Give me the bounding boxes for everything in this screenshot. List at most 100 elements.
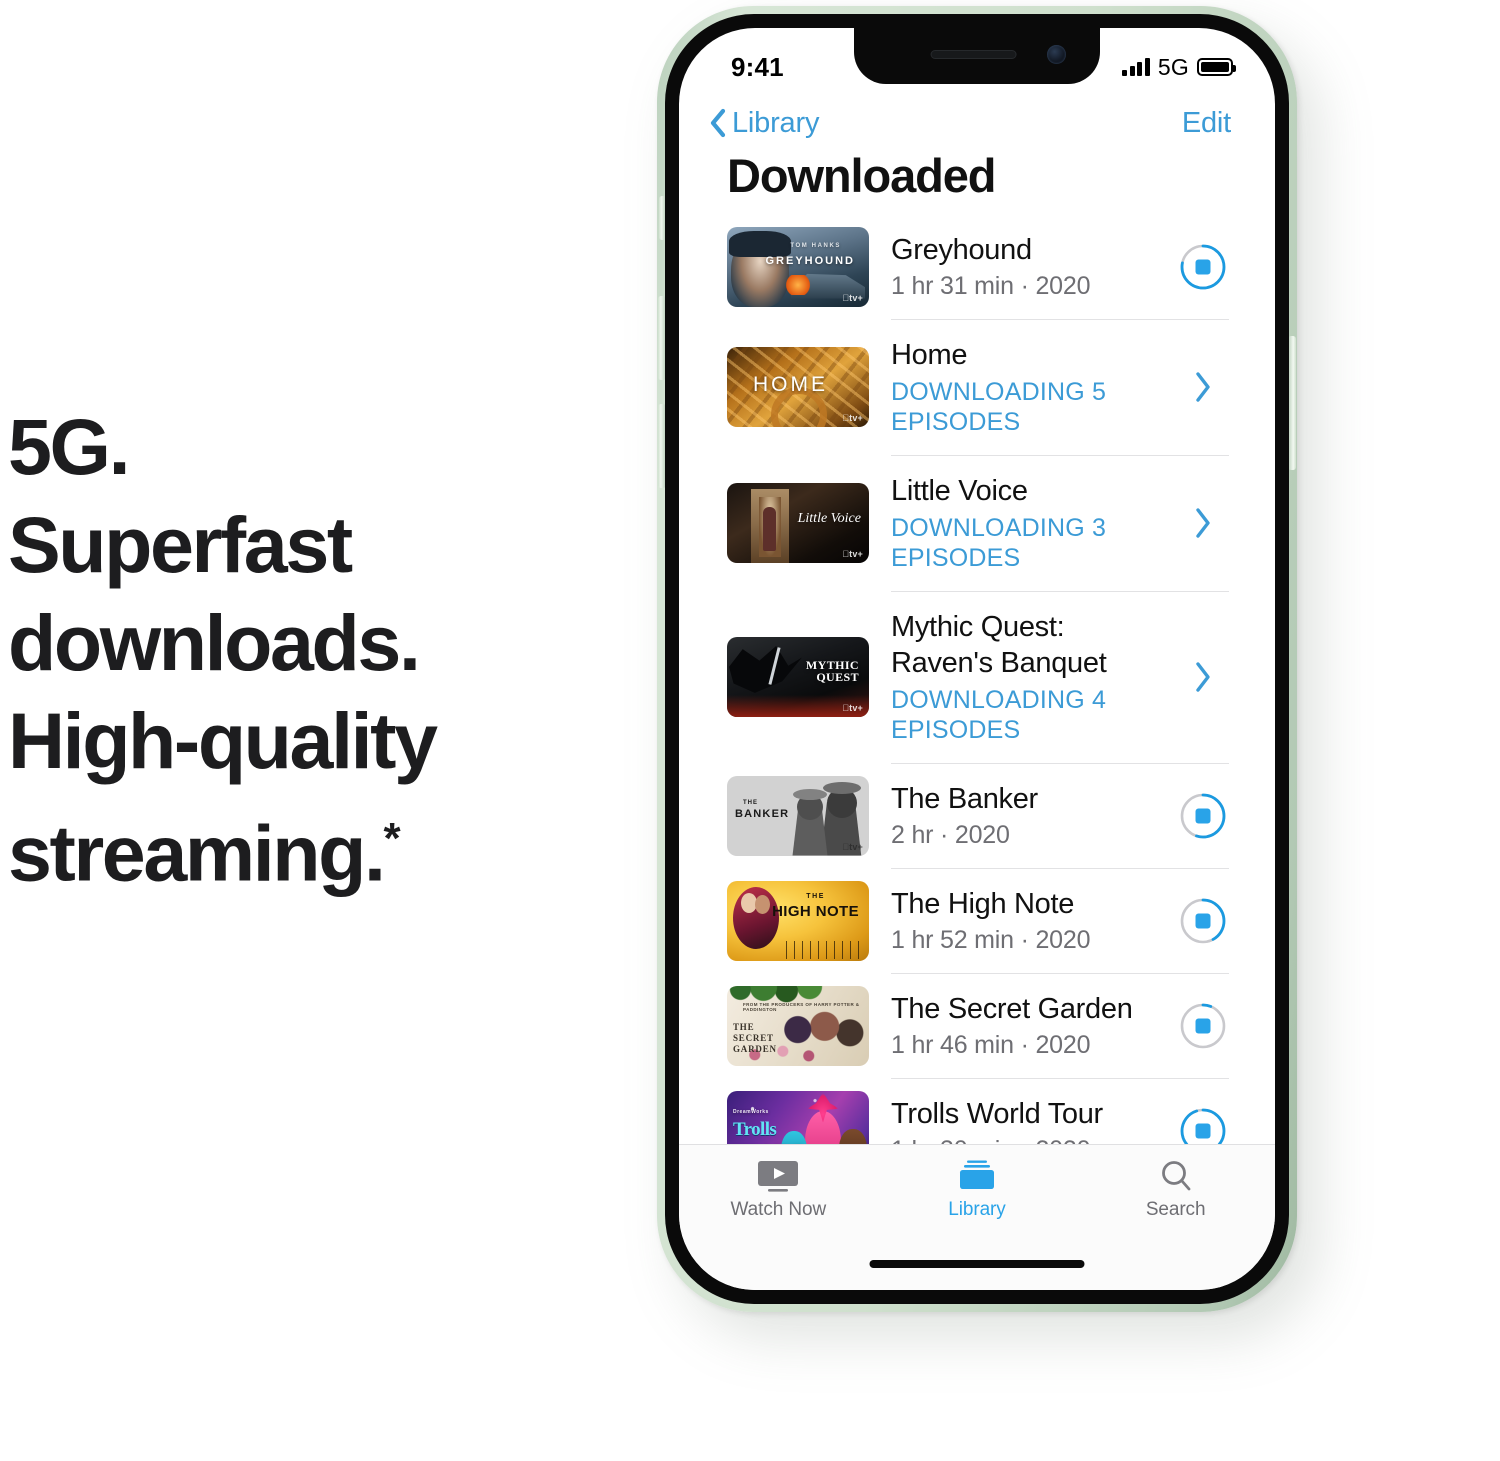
list-item-title: The High Note [891, 888, 1075, 920]
list-item-title: Greyhound [891, 234, 1032, 266]
downloaded-list[interactable]: GREYHOUND TOM HANKS tv+ Greyhound 1 hr … [679, 214, 1275, 1144]
download-progress-ring[interactable] [1179, 897, 1227, 945]
artwork-thumbnail: HIGH NOTE THE [727, 880, 869, 961]
list-item-title: The Secret Garden [891, 993, 1133, 1025]
list-item-title: Home [891, 339, 968, 371]
headline-line-5: streaming. [8, 808, 386, 898]
front-camera-icon [1047, 45, 1066, 64]
stop-download-icon [1195, 1018, 1211, 1033]
chevron-left-icon [710, 108, 726, 138]
chevron-right-icon[interactable] [1194, 661, 1212, 693]
list-item-body: Trolls World Tour 1 hr 30 min · 2020 [891, 1078, 1275, 1144]
battery-full-icon [1197, 58, 1236, 76]
list-item-meta: Home DOWNLOADING 5 EPISODES [891, 337, 1165, 437]
tab-bar: Watch Now Library Search [679, 1144, 1275, 1290]
list-item-accessory[interactable] [1177, 1002, 1229, 1050]
stop-download-icon [1195, 913, 1211, 928]
list-item[interactable]: HOME tv+ Home DOWNLOADING 5 EPISODES [679, 319, 1275, 455]
status-time: 9:41 [731, 51, 784, 82]
list-item-title: The Banker [891, 783, 1038, 815]
list-item[interactable]: THE SECRET GARDEN FROM THE PRODUCERS OF HA… [679, 973, 1275, 1078]
list-item-accessory[interactable] [1177, 371, 1229, 403]
device-screen: 9:41 5G Library Edit Downloaded GREYHOUN… [679, 28, 1275, 1290]
list-item-accessory[interactable] [1177, 507, 1229, 539]
tv-plus-badge: tv+ [842, 413, 863, 423]
edit-button[interactable]: Edit [1182, 107, 1231, 140]
list-item-meta: Greyhound 1 hr 31 min · 2020 [891, 232, 1165, 301]
headline-line-5-wrap: streaming.* [8, 790, 608, 902]
list-item-accessory[interactable] [1177, 792, 1229, 840]
list-item-body: The High Note 1 hr 52 min · 2020 [891, 868, 1275, 973]
iphone-device: 9:41 5G Library Edit Downloaded GREYHOUN… [657, 6, 1297, 1312]
list-item-meta: Mythic Quest: Raven's Banquet DOWNLOADIN… [891, 609, 1165, 745]
stop-download-icon [1195, 259, 1211, 274]
earpiece-speaker-icon [930, 50, 1017, 59]
tab-library-label: Library [948, 1199, 1006, 1220]
list-item[interactable]: Trolls WORLD TOUR DreamWorks Trolls Worl… [679, 1078, 1275, 1144]
stop-download-icon [1195, 1123, 1211, 1138]
list-item-accessory[interactable] [1177, 1107, 1229, 1144]
list-item-title: Little Voice [891, 475, 1028, 507]
footnote-asterisk: * [383, 814, 401, 863]
list-item-subtitle: 1 hr 31 min · 2020 [891, 272, 1091, 300]
chevron-right-icon[interactable] [1194, 507, 1212, 539]
list-item-subtitle: 1 hr 52 min · 2020 [891, 926, 1091, 954]
artwork-thumbnail: Little Voice tv+ [727, 483, 869, 563]
back-button-label: Library [732, 106, 820, 139]
download-progress-ring[interactable] [1179, 243, 1227, 291]
artwork-thumbnail: MYTHICQUEST tv+ [727, 637, 869, 717]
artwork-thumbnail: HOME tv+ [727, 347, 869, 427]
navigation-bar: Library Edit [679, 92, 1275, 154]
home-indicator[interactable] [869, 1260, 1085, 1268]
list-item-subtitle: DOWNLOADING 3 EPISODES [891, 514, 1107, 572]
list-item-body: Mythic Quest: Raven's Banquet DOWNLOADIN… [891, 591, 1275, 763]
tv-plus-badge: tv+ [842, 703, 863, 713]
artwork-thumbnail: THE SECRET GARDEN FROM THE PRODUCERS OF HA… [727, 985, 869, 1066]
search-icon [1161, 1161, 1191, 1191]
artwork-thumbnail: BANKER THE tv+ [727, 775, 869, 856]
download-progress-ring[interactable] [1179, 1002, 1227, 1050]
list-item[interactable]: MYTHICQUEST tv+ Mythic Quest: Raven's B… [679, 591, 1275, 763]
list-item[interactable]: BANKER THE tv+ The Banker 2 hr · 2020 [679, 763, 1275, 868]
list-item[interactable]: GREYHOUND TOM HANKS tv+ Greyhound 1 hr … [679, 214, 1275, 319]
list-item-body: Little Voice DOWNLOADING 3 EPISODES [891, 455, 1275, 591]
list-item-meta: The Secret Garden 1 hr 46 min · 2020 [891, 991, 1165, 1060]
download-progress-ring[interactable] [1179, 792, 1227, 840]
tab-watch-now-label: Watch Now [730, 1199, 827, 1220]
headline-line-1: 5G. [8, 402, 131, 491]
back-button[interactable]: Library [709, 107, 819, 140]
status-indicators: 5G [1122, 54, 1236, 81]
artwork-thumbnail: Trolls WORLD TOUR DreamWorks [727, 1090, 869, 1144]
list-item-meta: The High Note 1 hr 52 min · 2020 [891, 886, 1165, 955]
tab-library[interactable]: Library [879, 1159, 1076, 1221]
device-bezel: 9:41 5G Library Edit Downloaded GREYHOUN… [665, 14, 1289, 1304]
tv-plus-badge: tv+ [842, 292, 863, 303]
list-item[interactable]: HIGH NOTE THE The High Note 1 hr 52 min … [679, 868, 1275, 973]
list-item-accessory[interactable] [1177, 243, 1229, 291]
promo-composition: 5G. Superfast downloads. High-quality st… [0, 0, 1500, 1461]
list-item-accessory[interactable] [1177, 661, 1229, 693]
download-progress-ring[interactable] [1179, 1107, 1227, 1144]
list-item-body: Home DOWNLOADING 5 EPISODES [891, 319, 1275, 455]
tv-plus-badge: tv+ [842, 549, 863, 559]
display-notch [854, 28, 1100, 84]
list-item-subtitle: DOWNLOADING 4 EPISODES [891, 686, 1107, 744]
marketing-headline: 5G. Superfast downloads. High-quality st… [8, 398, 608, 902]
headline-line-4: High-quality [8, 696, 438, 785]
watch-now-icon [758, 1161, 799, 1192]
chevron-right-icon[interactable] [1194, 371, 1212, 403]
list-item-body: Greyhound 1 hr 31 min · 2020 [891, 214, 1275, 319]
list-item-meta: Little Voice DOWNLOADING 3 EPISODES [891, 473, 1165, 573]
list-item-subtitle: 1 hr 46 min · 2020 [891, 1031, 1091, 1059]
tv-plus-badge: tv+ [842, 841, 863, 852]
list-item-accessory[interactable] [1177, 897, 1229, 945]
list-item-title: Trolls World Tour [891, 1098, 1103, 1130]
list-item[interactable]: Little Voice tv+ Little Voice DOWNLOADI… [679, 455, 1275, 591]
headline-line-3: downloads. [8, 598, 421, 687]
headline-line-2: Superfast [8, 500, 353, 589]
tab-search[interactable]: Search [1077, 1159, 1274, 1221]
tab-search-label: Search [1145, 1199, 1206, 1220]
power-button[interactable] [1288, 336, 1296, 470]
tab-watch-now[interactable]: Watch Now [680, 1159, 877, 1221]
list-item-body: The Banker 2 hr · 2020 [891, 763, 1275, 868]
